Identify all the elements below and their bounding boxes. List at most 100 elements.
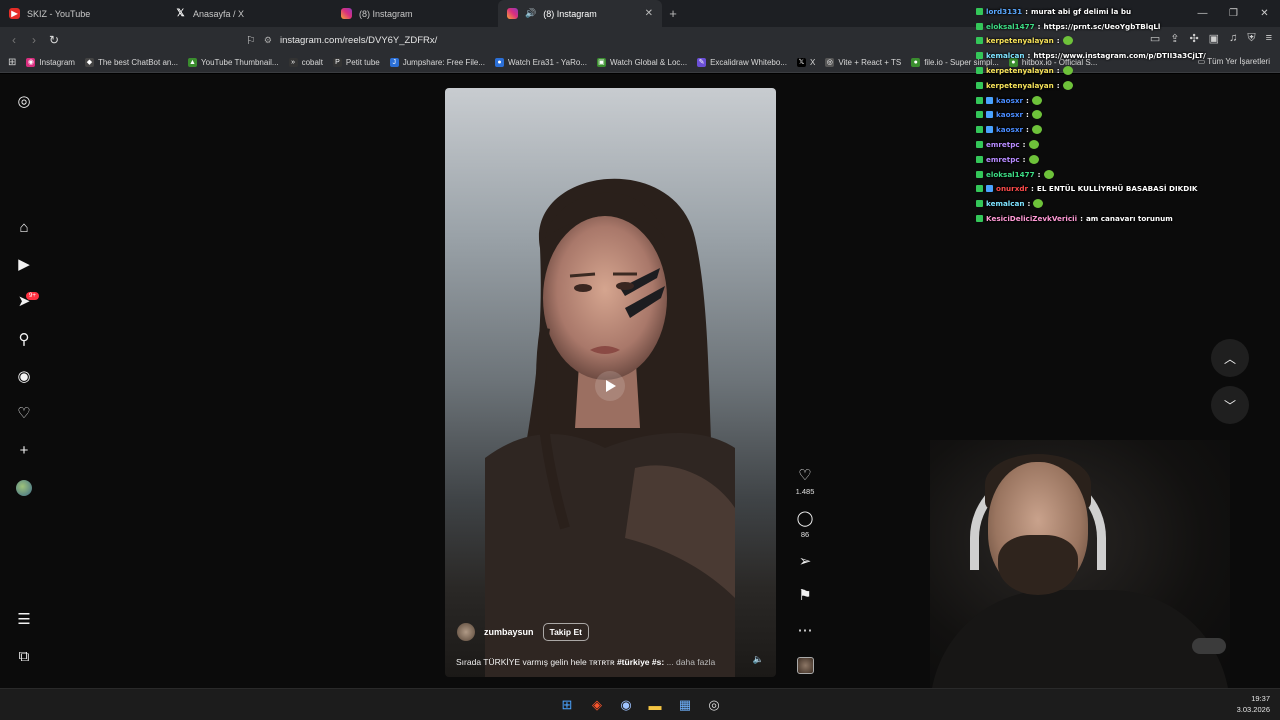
chat-badge-icon bbox=[976, 52, 983, 60]
like-button[interactable]: ♡ 1.485 bbox=[789, 467, 821, 496]
more-menu-icon[interactable]: ☰ bbox=[14, 609, 34, 629]
chat-message: onurxdr: EL ENTÜL KULLİYRHÜ BASABASİ DIKD… bbox=[976, 182, 1266, 197]
create-icon[interactable]: + bbox=[14, 440, 34, 460]
more-options-button[interactable]: ⋯ bbox=[789, 622, 821, 640]
app-icon[interactable]: ◎ bbox=[704, 695, 724, 715]
new-tab-button[interactable]: + bbox=[662, 6, 684, 21]
tab-youtube[interactable]: ▶ SKIZ - YouTube bbox=[0, 0, 166, 27]
chat-text: EL ENTÜL KULLİYRHÜ BASABASİ DIKDIK bbox=[1036, 184, 1198, 194]
url-text[interactable]: instagram.com/reels/DVY6Y_ZDFRx/ bbox=[280, 35, 437, 46]
share-button[interactable]: ➢ bbox=[789, 553, 821, 571]
system-clock[interactable]: 19:37 3.03.2026 bbox=[1237, 693, 1270, 715]
bookmark-item[interactable]: ✎ Excalidraw Whitebo... bbox=[697, 58, 787, 67]
reels-icon[interactable]: ▶ bbox=[14, 254, 34, 274]
menu-icon[interactable]: ≡ bbox=[1266, 32, 1272, 45]
speaker-icon[interactable]: 🔊 bbox=[525, 8, 536, 19]
profile-avatar[interactable] bbox=[14, 478, 34, 498]
bookmark-item[interactable]: ● Watch Era31 - YaRo... bbox=[494, 58, 587, 67]
notification-badge: 9+ bbox=[26, 292, 39, 300]
home-icon[interactable]: ⌂ bbox=[14, 217, 34, 237]
back-icon[interactable]: ‹ bbox=[4, 33, 24, 47]
previous-reel-button[interactable]: ︿ bbox=[1211, 339, 1249, 377]
bookmark-item[interactable]: ◆ The best ChatBot an... bbox=[84, 58, 178, 67]
brave-browser-icon[interactable]: ◈ bbox=[587, 695, 607, 715]
bookmark-item[interactable]: ▲ YouTube Thumbnail... bbox=[188, 58, 279, 67]
bookmark-item[interactable]: J Jumpshare: Free File... bbox=[389, 58, 485, 67]
heart-icon[interactable]: ♡ bbox=[14, 403, 34, 423]
caption-hashtags[interactable]: #türkiye #s: bbox=[617, 657, 664, 667]
chat-separator: : bbox=[1037, 169, 1041, 179]
chat-separator: : bbox=[1025, 6, 1028, 16]
chat-badge-icon bbox=[976, 215, 983, 223]
bookmark-label: Instagram bbox=[39, 58, 75, 67]
bookmark-item[interactable]: » cobalt bbox=[288, 58, 323, 67]
reel-caption[interactable]: Sırada TÜRKİYE varmış gelin hele ᴛʀᴛʀᴛʀ … bbox=[456, 657, 715, 667]
author-avatar[interactable] bbox=[457, 623, 475, 641]
forward-icon[interactable]: › bbox=[24, 33, 44, 47]
bookmark-item[interactable]: ▣ Watch Global & Loc... bbox=[596, 58, 687, 67]
chat-separator: : bbox=[1080, 214, 1083, 224]
chat-emote-icon bbox=[1031, 125, 1042, 135]
instagram-logo-icon[interactable]: ◎ bbox=[14, 91, 34, 111]
site-info-icon[interactable]: ⚙ bbox=[264, 35, 272, 46]
author-username[interactable]: zumbaysun bbox=[484, 627, 534, 637]
tab-instagram[interactable]: (8) Instagram bbox=[332, 0, 498, 27]
chat-badge-icon bbox=[986, 96, 993, 104]
close-tab-icon[interactable]: ✕ bbox=[645, 8, 653, 19]
play-icon bbox=[606, 380, 616, 392]
comment-count: 86 bbox=[800, 530, 810, 539]
bookmark-item[interactable]: 𝕏X bbox=[796, 58, 815, 67]
meta-apps-icon[interactable]: ⧉ bbox=[14, 646, 34, 666]
start-icon[interactable]: ⊞ bbox=[557, 695, 577, 715]
avatar bbox=[16, 480, 32, 496]
chat-username: kemalcan bbox=[986, 199, 1025, 209]
url-bar[interactable]: ⚐ ⚙ instagram.com/reels/DVY6Y_ZDFRx/ bbox=[246, 30, 966, 50]
caption-more-link[interactable]: ... daha fazla bbox=[667, 657, 716, 667]
save-button[interactable]: ⚑ bbox=[789, 587, 821, 605]
bookmark-icon[interactable]: ⚐ bbox=[246, 34, 256, 47]
chat-text: https://prnt.sc/UeoYgbTBlqLl bbox=[1043, 21, 1161, 31]
bookmark-item[interactable]: ◉ Instagram bbox=[26, 58, 75, 67]
comment-button[interactable]: ◯ 86 bbox=[789, 510, 821, 539]
steam-icon[interactable]: ◉ bbox=[616, 695, 636, 715]
chat-separator: : bbox=[1027, 51, 1031, 61]
audio-thumbnail[interactable] bbox=[789, 657, 821, 674]
x-icon: 𝕏 bbox=[176, 8, 185, 19]
youtube-icon: ▶ bbox=[9, 8, 20, 19]
chat-badge-icon bbox=[976, 155, 983, 163]
bookmark-item[interactable]: ◎ Vite + React + TS bbox=[825, 58, 901, 67]
chevron-down-icon: ﹀ bbox=[1223, 398, 1236, 413]
tab-instagram-active[interactable]: 🔊 (8) Instagram ✕ bbox=[498, 0, 662, 27]
chat-badge-icon bbox=[976, 67, 983, 75]
chat-emote-icon bbox=[1062, 36, 1073, 46]
bookmark-label: Petit tube bbox=[345, 58, 380, 67]
bookmark-label: cobalt bbox=[301, 58, 323, 67]
volume-icon[interactable]: 🔈 bbox=[753, 654, 764, 665]
chat-message: eloksal1477: bbox=[976, 167, 1266, 182]
apps-icon[interactable]: ⊞ bbox=[8, 57, 16, 68]
chat-username: kemalcan bbox=[986, 51, 1025, 61]
search-icon[interactable]: ⚲ bbox=[14, 329, 34, 349]
follow-button[interactable]: Takip Et bbox=[542, 623, 589, 641]
play-button[interactable] bbox=[595, 371, 625, 401]
chat-badge-icon bbox=[976, 37, 983, 45]
explore-icon[interactable]: ◉ bbox=[14, 366, 34, 386]
bookmark-item[interactable]: P Petit tube bbox=[332, 58, 380, 67]
chat-username: kaosxr bbox=[996, 110, 1024, 120]
clock-date: 3.03.2026 bbox=[1236, 705, 1270, 714]
store-icon[interactable]: ▦ bbox=[675, 695, 695, 715]
reel-video[interactable]: zumbaysun Takip Et Sırada TÜRKİYE varmış… bbox=[445, 88, 776, 677]
tab-title: Anasayfa / X bbox=[193, 8, 245, 19]
chat-username: emretpc bbox=[986, 140, 1020, 150]
chat-badge-icon bbox=[976, 200, 983, 208]
chat-message: kemalcan: https://www.instagram.com/p/DTI… bbox=[976, 48, 1266, 63]
chat-text: am canavarı torunum bbox=[1085, 214, 1173, 224]
next-reel-button[interactable]: ﹀ bbox=[1211, 386, 1249, 424]
tab-x[interactable]: 𝕏 Anasayfa / X bbox=[166, 0, 332, 27]
file-explorer-icon[interactable]: ▬ bbox=[645, 695, 665, 715]
streamer-body bbox=[930, 590, 1230, 688]
chat-separator: : bbox=[1026, 110, 1029, 120]
chat-username: KesiciDeliciZevkVericii bbox=[986, 214, 1078, 224]
bookmark-label: Jumpshare: Free File... bbox=[402, 58, 485, 67]
reload-icon[interactable]: ↻ bbox=[44, 33, 64, 47]
